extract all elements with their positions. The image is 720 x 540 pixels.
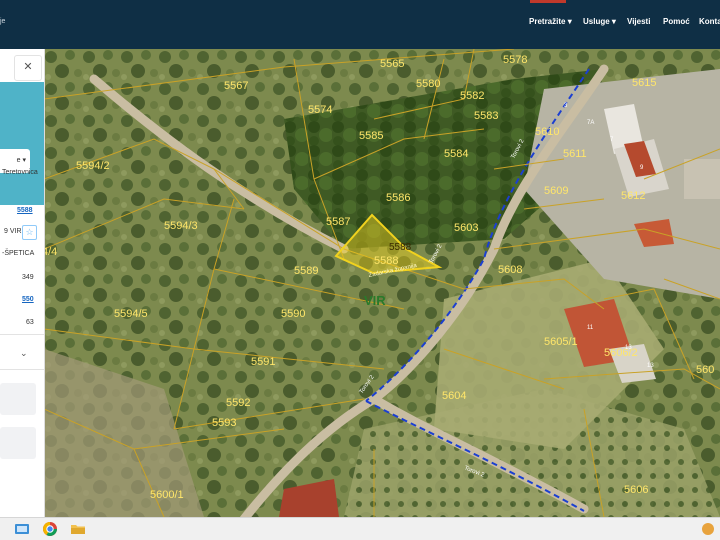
caret-down-icon: ▾	[611, 17, 616, 26]
area-value: 349	[22, 274, 34, 281]
caret-down-icon: e ▾	[16, 157, 26, 164]
divider	[0, 369, 44, 370]
nav-label: Usluge	[583, 17, 610, 26]
panel-header: e ▾	[0, 82, 44, 205]
parcel-label: 5594/5	[114, 308, 148, 320]
explorer-icon[interactable]	[14, 521, 30, 537]
parcel-label: 5610	[535, 126, 559, 138]
close-icon: ✕	[23, 61, 33, 73]
place-name-label: VIR	[364, 293, 386, 308]
parcel-label: 5584	[444, 148, 468, 160]
parcel-label: 5609	[544, 185, 568, 197]
parcel-label: 5600/1	[150, 489, 184, 501]
house-number-label: 7A	[587, 120, 594, 126]
parcel-label: 5615	[632, 77, 656, 89]
parcel-label: 5582	[460, 90, 484, 102]
parcel-info-panel: ✕ e ▾ Teretovnica 5588 9 VIR ☆ -ŠPETICA …	[0, 49, 45, 517]
parcel-label: 5603	[454, 222, 478, 234]
parcel-label: 5606/2	[604, 347, 638, 359]
info-box[interactable]	[0, 383, 36, 415]
parcel-label: 5605/1	[544, 336, 578, 348]
highlighted-parcel-label: 5588	[389, 242, 412, 253]
parcel-label: 5589	[294, 265, 318, 277]
parcel-label: 5588	[374, 255, 398, 267]
info-box[interactable]	[0, 427, 36, 459]
municipality-text: 9 VIR	[4, 228, 22, 235]
extra-value: 63	[26, 319, 34, 326]
folder-icon[interactable]	[70, 521, 86, 537]
caret-down-icon: ▾	[567, 17, 572, 26]
parcel-label: 5567	[224, 80, 248, 92]
parcel-label: 5574	[308, 104, 332, 116]
chrome-icon[interactable]	[42, 521, 58, 537]
office-text: Teretovnica	[2, 169, 38, 176]
address-text: -ŠPETICA	[2, 250, 35, 257]
parcel-label: 5580	[416, 78, 440, 90]
parcel-label: 5612	[621, 190, 645, 202]
close-button[interactable]: ✕	[14, 55, 42, 81]
house-number-label: 11	[587, 325, 594, 331]
map-view[interactable]: 5588 Zadarska županija VIR 5565 5580 5578 5…	[44, 49, 720, 517]
chevron-down-icon[interactable]: ⌄	[20, 348, 28, 359]
list-number-link[interactable]: 550	[22, 296, 34, 303]
parcel-label: 5565	[380, 58, 404, 70]
os-taskbar	[0, 517, 720, 540]
brand-text: je	[0, 18, 6, 25]
star-icon: ☆	[25, 227, 34, 237]
parcel-label: 5606	[624, 484, 648, 496]
nav-usluge[interactable]: Usluge ▾	[583, 17, 616, 26]
favorite-button[interactable]: ☆	[22, 225, 37, 240]
parcel-label: 5594/3	[164, 220, 198, 232]
nav-pomoc[interactable]: Pomoć	[663, 17, 690, 26]
parcel-label: 5583	[474, 110, 498, 122]
parcel-label: 5608	[498, 264, 522, 276]
windows-icon[interactable]	[700, 521, 716, 537]
parcel-map[interactable]: 5588 Zadarska županija VIR 5565558055785…	[44, 49, 720, 517]
parcel-label: 5591	[251, 356, 275, 368]
parcel-label: 5592	[226, 397, 250, 409]
parcel-label: 5611	[563, 148, 587, 160]
parcel-label: 560	[696, 364, 714, 376]
nav-kontakt[interactable]: Kontakt	[699, 17, 720, 26]
house-number-label: 13	[647, 363, 654, 369]
parcel-label: 5594/2	[76, 160, 110, 172]
parcel-label: 5586	[386, 192, 410, 204]
parcel-label: 4/4	[44, 246, 57, 258]
parcel-number-link[interactable]: 5588	[17, 207, 33, 214]
parcel-label: 5578	[503, 54, 527, 66]
nav-pretrazite[interactable]: Pretražite ▾	[529, 17, 572, 26]
nav-vijesti[interactable]: Vijesti	[627, 17, 650, 26]
top-navbar: je Pretražite ▾ Usluge ▾ Vijesti Pomoć K…	[0, 0, 720, 49]
parcel-label: 5585	[359, 130, 383, 142]
accent-mark	[530, 0, 566, 3]
divider	[0, 334, 44, 335]
parcel-label: 5593	[212, 417, 236, 429]
nav-label: Pretražite	[529, 17, 566, 26]
house-number-label: 13	[625, 345, 632, 351]
parcel-label: 5590	[281, 308, 305, 320]
parcel-label: 5587	[326, 216, 350, 228]
parcel-label: 5604	[442, 390, 466, 402]
